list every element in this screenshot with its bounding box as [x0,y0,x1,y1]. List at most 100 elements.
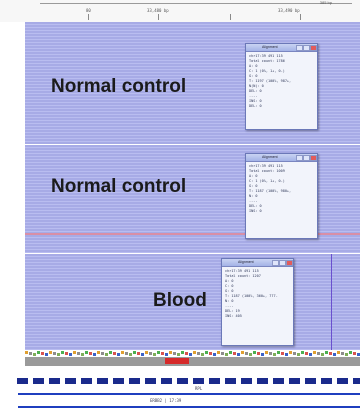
reference-base-cell [241,351,244,354]
reference-base-cell [297,353,300,356]
gene-line [18,393,360,395]
reference-base-cell [25,351,28,354]
gene-exon-block [241,378,252,384]
gene-exon-block [193,378,204,384]
reference-base-cell [321,353,324,356]
gene-exon-block [289,378,300,384]
reference-base-cell [253,351,256,354]
reference-base-cell [221,352,224,355]
close-icon[interactable] [310,45,317,51]
gene-exon-block [33,378,44,384]
reference-base-cell [69,353,72,356]
gene-coord-label: RPL [195,386,203,391]
gene-exon-block [353,378,360,384]
ruler-tick-label: 33,480 bp [147,8,169,13]
coverage-band [25,357,360,366]
reference-base-cell [305,352,308,355]
close-icon[interactable] [310,155,317,161]
ruler-span-label: 385 bp [319,0,332,5]
gene-exon-block [337,378,348,384]
reference-base-cell [233,352,236,355]
reference-base-cell [129,353,132,356]
reference-base-cell [309,353,312,356]
minimize-icon[interactable] [272,260,279,266]
reference-base-cell [133,351,136,354]
gene-exon-block [65,378,76,384]
reference-base-cell [73,351,76,354]
reference-base-cell [117,353,120,356]
reference-base-cell [281,352,284,355]
reference-base-cell [189,353,192,356]
reference-base-cell [289,351,292,354]
ruler-tick [88,14,89,20]
reference-base-cell [93,353,96,356]
ruler-tick-label: 33,490 bp [278,8,300,13]
reference-base-cell [61,351,64,354]
maximize-icon[interactable] [303,155,310,161]
reference-base-cell [345,353,348,356]
gene-exon-block [321,378,332,384]
reference-base-cell [341,352,344,355]
alignment-popup-1[interactable]: Alignment chr17:39 491 115 Total count: … [245,43,318,130]
ruler-span-line [40,3,352,4]
reference-base-cell [293,352,296,355]
reference-base-cell [29,352,32,355]
reference-base-cell [85,351,88,354]
reference-base-cell [261,353,264,356]
reference-base-cell [113,352,116,355]
reference-base-cell [245,352,248,355]
bottom-caption: ERBB2 | 17:39 [150,398,182,403]
popup-titlebar[interactable]: Alignment [246,154,317,162]
minimize-icon[interactable] [296,155,303,161]
popup-titlebar[interactable]: Alignment [222,259,293,267]
close-icon[interactable] [286,260,293,266]
reference-base-cell [173,352,176,355]
reference-base-cell [353,352,356,355]
reference-base-cell [317,352,320,355]
gene-exon-block [273,378,284,384]
gene-annotation-track[interactable] [15,378,360,384]
gene-exon-block [17,378,28,384]
reference-sequence-track[interactable] [25,350,360,366]
genome-ruler[interactable]: 385 bp 80 33,480 bp 33,490 bp [0,0,360,23]
reference-base-cell [45,353,48,356]
reference-base-cell [325,351,328,354]
gene-line [18,406,360,408]
left-gutter [0,22,25,352]
reference-base-cell [277,351,280,354]
track-label-normal-2: Normal control [51,176,187,197]
reference-base-cell [225,353,228,356]
alignment-popup-2[interactable]: Alignment chr17:39 491 115 Total count: … [245,153,318,239]
gene-exon-block [161,378,172,384]
variant-highlight[interactable] [165,358,189,364]
reference-base-cell [349,351,352,354]
position-cursor-line [331,254,332,350]
reference-base-cell [153,353,156,356]
popup-line: INS: 405 [225,314,242,318]
popup-line: INS: 0 [249,209,262,213]
popup-body: chr17:39 491 115 Total count: 1786 A: 0 … [246,52,317,111]
reference-base-cell [301,351,304,354]
alignment-popup-3[interactable]: Alignment chr17:39 491 115 Total count: … [221,258,294,346]
reference-base-cell [157,351,160,354]
reference-base-cell [121,351,124,354]
reference-base-cell [57,353,60,356]
reference-base-cell [213,353,216,356]
gene-exon-block [145,378,156,384]
reference-base-cell [145,351,148,354]
reference-base-cell [197,352,200,355]
minimize-icon[interactable] [296,45,303,51]
reference-base-cell [49,351,52,354]
reference-base-cell [333,353,336,356]
reference-base-cell [185,352,188,355]
reference-base-cell [313,351,316,354]
reference-base-cell [89,352,92,355]
popup-titlebar[interactable]: Alignment [246,44,317,52]
maximize-icon[interactable] [303,45,310,51]
gene-exon-block [209,378,220,384]
maximize-icon[interactable] [279,260,286,266]
popup-title: Alignment [262,155,278,159]
ruler-tick-label: 80 [86,8,91,13]
track-label-blood: Blood [153,290,207,311]
reference-base-cell [269,352,272,355]
